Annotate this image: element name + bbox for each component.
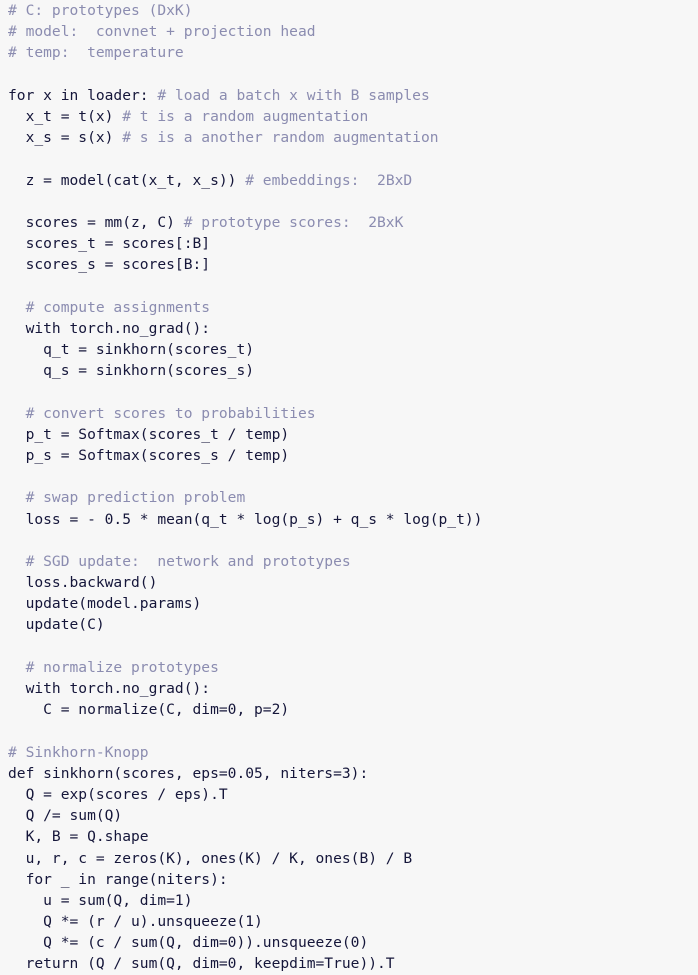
code-token: return (Q / sum(Q, dim=0, keepdim=True))… <box>8 955 395 973</box>
code-token: update(C) <box>8 616 105 634</box>
code-token: Q /= sum(Q) <box>8 807 123 825</box>
code-token: update(model.params) <box>8 595 202 613</box>
comment-token: # model: convnet + projection head <box>8 23 316 41</box>
code-token: x_s = s(x) <box>8 129 114 147</box>
comment-token: # compute assignments <box>8 298 211 316</box>
code-line: with torch.no_grad(): <box>0 678 698 699</box>
code-line: scores_s = scores[B:] <box>0 254 698 275</box>
code-token: with torch.no_grad(): <box>8 680 211 697</box>
code-line: for _ in range(niters): <box>0 869 698 890</box>
code-line: update(C) <box>0 614 698 635</box>
code-token: C = normalize(C, dim=0, p=2) <box>8 701 290 719</box>
code-token: scores_s = scores[B:] <box>8 256 211 274</box>
code-line: z = model(cat(x_t, x_s)) # embeddings: 2… <box>0 170 698 191</box>
comment-token: # SGD update: network and prototypes <box>8 552 351 570</box>
comment-token: # Sinkhorn-Knopp <box>8 743 149 761</box>
code-line: return (Q / sum(Q, dim=0, keepdim=True))… <box>0 953 698 974</box>
code-line: scores_t = scores[:B] <box>0 233 698 254</box>
code-line: # compute assignments <box>0 297 698 318</box>
code-line: p_s = Softmax(scores_s / temp) <box>0 445 698 466</box>
code-token: with torch.no_grad(): <box>8 319 211 337</box>
code-token: u = sum(Q, dim=1) <box>8 891 193 909</box>
code-line: C = normalize(C, dim=0, p=2) <box>0 699 698 720</box>
code-line: q_s = sinkhorn(scores_s) <box>0 360 698 381</box>
code-token: Q *= (c / sum(Q, dim=0)).unsqueeze(0) <box>8 934 369 952</box>
code-line: # temp: temperature <box>0 42 698 63</box>
comment-token: # swap prediction problem <box>8 489 246 507</box>
code-line: u, r, c = zeros(K), ones(K) / K, ones(B)… <box>0 848 698 869</box>
code-line: # model: convnet + projection head <box>0 21 698 42</box>
comment-token: # convert scores to probabilities <box>8 404 316 422</box>
code-line: with torch.no_grad(): <box>0 318 698 339</box>
code-line: # C: prototypes (DxK) <box>0 0 698 21</box>
code-token: q_s = sinkhorn(scores_s) <box>8 362 255 380</box>
code-token: u, r, c = zeros(K), ones(K) / K, ones(B)… <box>8 849 413 867</box>
code-line: # Sinkhorn-Knopp <box>0 742 698 763</box>
code-line: # SGD update: network and prototypes <box>0 551 698 572</box>
code-line: u = sum(Q, dim=1) <box>0 890 698 911</box>
code-line: for x in loader: # load a batch x with B… <box>0 85 698 106</box>
code-token: loss.backward() <box>8 574 158 592</box>
code-token: Q *= (r / u).unsqueeze(1) <box>8 913 263 931</box>
code-line: q_t = sinkhorn(scores_t) <box>0 339 698 360</box>
code-token: p_t = Softmax(scores_t / temp) <box>8 425 290 443</box>
code-token: loss = - 0.5 * mean(q_t * log(p_s) + q_s… <box>8 510 483 528</box>
code-token: for x in loader: <box>8 86 149 104</box>
code-token: q_t = sinkhorn(scores_t) <box>8 341 255 358</box>
code-line: Q *= (r / u).unsqueeze(1) <box>0 911 698 932</box>
code-token: def sinkhorn(scores, eps=0.05, niters=3)… <box>8 764 369 782</box>
comment-token: # s is a another random augmentation <box>113 129 439 147</box>
code-line: K, B = Q.shape <box>0 826 698 847</box>
code-token: K, B = Q.shape <box>8 828 149 846</box>
code-token: for _ in range(niters): <box>8 870 228 888</box>
code-token: scores_t = scores[:B] <box>8 235 211 253</box>
comment-token: # temp: temperature <box>8 44 184 62</box>
code-token: x_t = t(x) <box>8 107 114 125</box>
code-listing: # C: prototypes (DxK) # model: convnet + … <box>0 0 698 972</box>
code-line: x_s = s(x) # s is a another random augme… <box>0 127 698 148</box>
code-line: p_t = Softmax(scores_t / temp) <box>0 424 698 445</box>
code-line: # swap prediction problem <box>0 487 698 508</box>
code-line: scores = mm(z, C) # prototype scores: 2B… <box>0 212 698 233</box>
comment-token: # t is a random augmentation <box>113 107 369 125</box>
code-line: update(model.params) <box>0 593 698 614</box>
code-token: p_s = Softmax(scores_s / temp) <box>8 446 290 464</box>
code-line: def sinkhorn(scores, eps=0.05, niters=3)… <box>0 763 698 784</box>
code-line: Q *= (c / sum(Q, dim=0)).unsqueeze(0) <box>0 932 698 953</box>
code-token: Q = exp(scores / eps).T <box>8 785 228 803</box>
code-line: # convert scores to probabilities <box>0 403 698 424</box>
code-line: x_t = t(x) # t is a random augmentation <box>0 106 698 127</box>
comment-token: # normalize prototypes <box>8 658 219 676</box>
code-token: z = model(cat(x_t, x_s)) <box>8 171 237 189</box>
comment-token: # load a batch x with B samples <box>148 86 430 104</box>
code-line: # normalize prototypes <box>0 657 698 678</box>
code-line: loss.backward() <box>0 572 698 593</box>
comment-token: # prototype scores: 2BxK <box>174 213 404 231</box>
code-line: loss = - 0.5 * mean(q_t * log(p_s) + q_s… <box>0 509 698 530</box>
code-line: Q /= sum(Q) <box>0 805 698 826</box>
code-line: Q = exp(scores / eps).T <box>0 784 698 805</box>
code-token: scores = mm(z, C) <box>8 213 175 231</box>
comment-token: # embeddings: 2BxD <box>236 171 413 189</box>
comment-token: # C: prototypes (DxK) <box>8 2 193 19</box>
